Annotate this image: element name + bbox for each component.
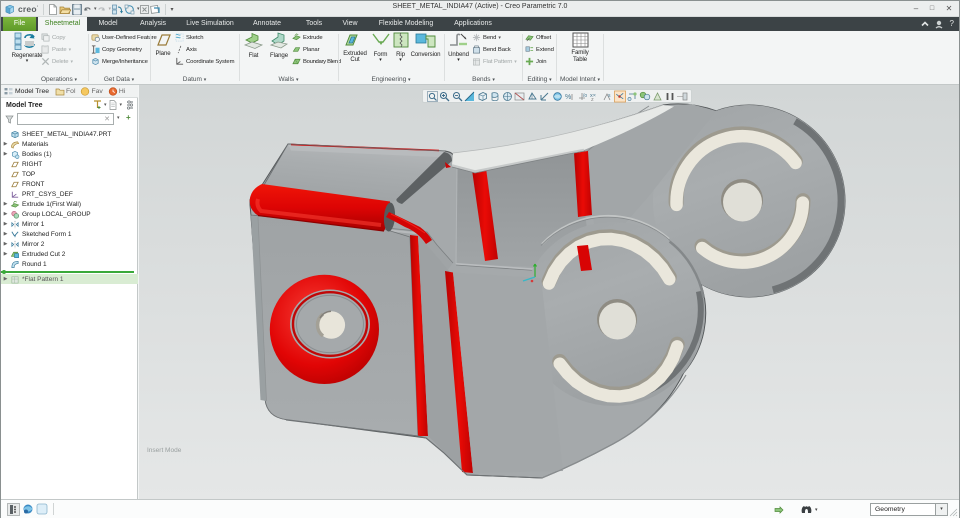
svg-text:%: % <box>565 94 571 101</box>
svg-text:/o: /o <box>583 93 587 99</box>
svg-text:s: s <box>608 93 611 99</box>
svg-text:z: z <box>591 97 594 102</box>
